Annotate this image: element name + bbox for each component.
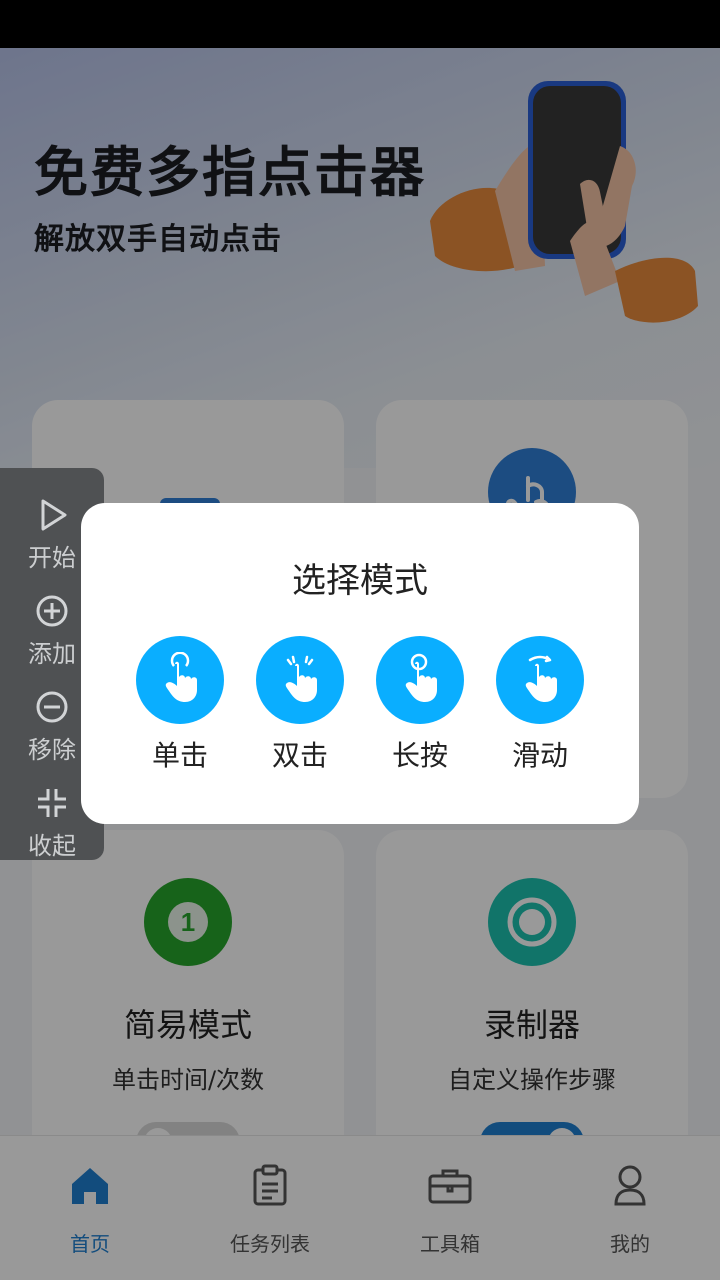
mode-long-press-label: 长按	[391, 739, 448, 772]
swipe-icon	[525, 655, 557, 702]
mode-double-tap-label: 双击	[271, 739, 328, 772]
mode-swipe-label: 滑动	[511, 739, 568, 772]
play-icon	[41, 499, 67, 531]
mode-swipe[interactable]: 滑动	[496, 636, 584, 786]
collapse-icon	[38, 789, 66, 817]
panel-collapse-label: 收起	[28, 832, 76, 860]
double-tap-icon	[285, 655, 317, 702]
single-tap-icon	[165, 652, 197, 702]
mode-single-tap-label: 单击	[151, 739, 208, 772]
long-press-icon	[405, 653, 437, 702]
minus-circle-icon	[36, 691, 68, 723]
mode-single-tap[interactable]: 单击	[136, 636, 224, 786]
mode-double-tap[interactable]: 双击	[256, 636, 344, 786]
plus-circle-icon	[36, 595, 68, 627]
mode-long-press[interactable]: 长按	[376, 636, 464, 786]
select-mode-dialog: 选择模式 单击 双击 长按 滑动	[81, 503, 639, 824]
dialog-title: 选择模式	[292, 561, 428, 601]
